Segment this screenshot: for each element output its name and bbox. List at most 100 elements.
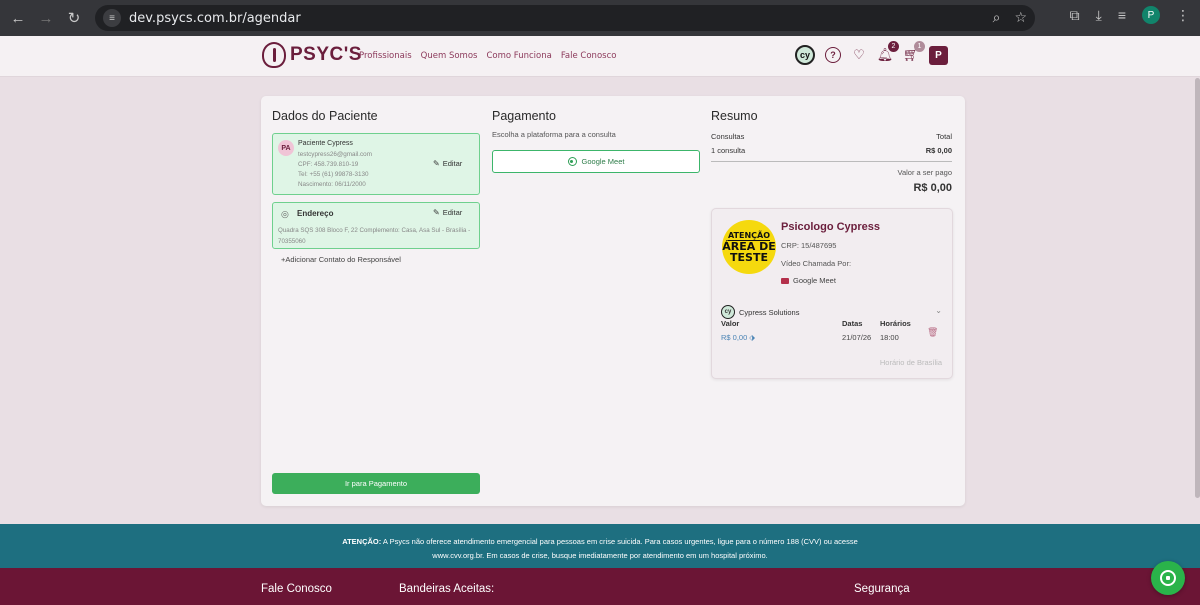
doctor-photo-text-3: TESTE xyxy=(730,250,768,264)
nav-link-quem-somos[interactable]: Quem Somos xyxy=(421,51,478,61)
notifications-bell-icon[interactable]: 🔔︎ 2 xyxy=(877,41,899,63)
favorites-heart-icon[interactable]: ♡ xyxy=(851,47,867,63)
trash-icon[interactable]: 🗑︎ xyxy=(927,327,938,338)
main-nav: Profissionais Quem Somos Como Funciona F… xyxy=(359,51,616,61)
price-tag-icon: ⬗ xyxy=(749,333,756,342)
patient-avatar: PA xyxy=(278,140,294,156)
user-menu-button[interactable]: P xyxy=(929,45,948,65)
summary-section-title: Resumo xyxy=(711,109,758,123)
nav-link-como-funciona[interactable]: Como Funciona xyxy=(486,51,551,61)
doctor-name[interactable]: Psicologo Cypress xyxy=(781,221,880,233)
notice-line-2: www.cvv.org.br. Em casos de crise, busqu… xyxy=(432,551,768,560)
brain-logo-icon xyxy=(262,42,286,68)
nav-link-fale-conosco[interactable]: Fale Conosco xyxy=(561,51,617,61)
address-bar[interactable]: ≡ dev.psycs.com.br/agendar ⌕ ☆ xyxy=(95,5,1035,31)
bookmark-star-icon[interactable]: ☆ xyxy=(1014,9,1027,26)
footer-security-heading: Segurança xyxy=(854,583,910,595)
brand-logo[interactable]: PSYC'S xyxy=(262,42,362,68)
address-title: Endereço xyxy=(297,209,334,218)
edit-address-button[interactable]: ✎ Editar xyxy=(433,208,462,217)
whatsapp-chat-button[interactable] xyxy=(1151,561,1185,595)
patient-email: testcypress26@gmail.com xyxy=(298,151,372,158)
video-camera-icon xyxy=(781,277,789,284)
crisis-notice-banner: ATENÇÃO: A Psycs não oferece atendimento… xyxy=(0,524,1200,568)
url-text[interactable]: dev.psycs.com.br/agendar xyxy=(129,11,301,26)
platform-option-google-meet[interactable]: Google Meet xyxy=(492,150,700,173)
summary-divider xyxy=(711,161,952,162)
payment-subtitle: Escolha a plataforma para a consulta xyxy=(492,130,616,139)
doctor-photo: ATENÇÃO ÁREA DE TESTE xyxy=(722,220,776,274)
company-logo-icon: cy xyxy=(721,305,735,319)
location-pin-icon: ◎ xyxy=(281,209,289,219)
cart-icon[interactable]: 🛒︎ 1 xyxy=(903,41,925,63)
appointment-card: ATENÇÃO ÁREA DE TESTE Psicologo Cypress … xyxy=(711,208,953,379)
radio-selected-icon xyxy=(567,157,577,166)
amount-due-label: Valor a ser pago xyxy=(897,168,952,177)
address-text: Quadra SQS 308 Bloco F, 22 Complemento: … xyxy=(278,227,471,245)
amount-due-value: R$ 0,00 xyxy=(913,182,952,194)
reading-list-icon[interactable]: ≡ xyxy=(1118,7,1126,23)
chevron-down-icon[interactable]: ⌄ xyxy=(935,306,942,315)
video-platform-name: Google Meet xyxy=(793,276,836,285)
patient-phone: Tel: +55 (61) 99878-3130 xyxy=(298,171,369,178)
cart-badge: 1 xyxy=(914,41,925,52)
payment-section-title: Pagamento xyxy=(492,109,556,123)
appointment-date: 21/07/26 xyxy=(842,333,872,342)
pencil-icon: ✎ xyxy=(433,208,440,217)
doctor-crp: CRP: 15/487695 xyxy=(781,241,837,250)
appointment-price-value: R$ 0,00 xyxy=(721,333,748,342)
brand-name: PSYC'S xyxy=(290,44,362,65)
help-icon[interactable]: ? xyxy=(825,47,841,63)
patient-section-title: Dados do Paciente xyxy=(272,109,378,123)
edit-patient-label: Editar xyxy=(442,159,463,168)
download-icon[interactable]: ⤓ xyxy=(1096,7,1102,24)
site-footer: Fale Conosco Bandeiras Aceitas: Seguranç… xyxy=(0,568,1200,605)
summary-col-consultas: Consultas xyxy=(711,132,745,141)
notifications-badge: 2 xyxy=(888,41,899,52)
site-info-icon[interactable]: ≡ xyxy=(103,9,121,27)
zoom-icon[interactable]: ⌕ xyxy=(993,9,1001,26)
page-scrollbar[interactable] xyxy=(1195,78,1200,498)
company-name: Cypress Solutions xyxy=(739,307,800,317)
add-guardian-contact-link[interactable]: +Adicionar Contato do Responsável xyxy=(281,255,401,264)
video-platform: Google Meet xyxy=(781,276,836,285)
browser-menu-icon[interactable]: ⋮ xyxy=(1176,7,1190,24)
browser-profile-avatar[interactable]: P xyxy=(1142,6,1160,24)
col-header-valor: Valor xyxy=(721,319,740,328)
patient-birthdate: Nascimento: 06/11/2000 xyxy=(298,181,366,188)
appointment-time: 18:00 xyxy=(880,333,899,342)
platform-option-label: Google Meet xyxy=(581,157,625,166)
extensions-icon[interactable]: ⧉ xyxy=(1070,7,1080,24)
video-call-label: Vídeo Chamada Por: xyxy=(781,259,852,268)
browser-toolbar: ← → ↻ ≡ dev.psycs.com.br/agendar ⌕ ☆ ⧉ ⤓… xyxy=(0,0,1200,36)
appointment-price: R$ 0,00 ⬗ xyxy=(721,333,755,342)
address-card: ◎ Endereço ✎ Editar Quadra SQS 308 Bloco… xyxy=(272,202,480,249)
patient-info-card: PA Paciente Cypress testcypress26@gmail.… xyxy=(272,133,480,195)
checkout-card: Dados do Paciente PA Paciente Cypress te… xyxy=(261,96,965,506)
header-actions: cy ? ♡ 🔔︎ 2 🛒︎ 1 P xyxy=(795,41,948,65)
patient-cpf: CPF: 458.739.810-19 xyxy=(298,161,359,168)
summary-total-value: R$ 0,00 xyxy=(925,146,952,155)
reload-icon[interactable]: ↻ xyxy=(58,0,90,36)
notice-prefix: ATENÇÃO: xyxy=(342,537,382,546)
site-header: PSYC'S Profissionais Quem Somos Como Fun… xyxy=(0,36,1200,77)
nav-link-profissionais[interactable]: Profissionais xyxy=(359,51,412,61)
edit-address-label: Editar xyxy=(442,208,463,217)
company-row[interactable]: cy Cypress Solutions xyxy=(721,305,799,319)
notice-line-1: A Psycs não oferece atendimento emergenc… xyxy=(381,537,858,546)
col-header-horarios: Horários xyxy=(880,319,911,328)
edit-patient-button[interactable]: ✎ Editar xyxy=(433,159,462,168)
timezone-label: Horário de Brasília xyxy=(879,358,942,367)
summary-col-total: Total xyxy=(936,132,952,141)
footer-contact-heading: Fale Conosco xyxy=(261,583,332,595)
doctor-photo-text-2: ÁREA DE xyxy=(722,239,776,253)
pencil-icon: ✎ xyxy=(433,159,440,168)
footer-cards-heading: Bandeiras Aceitas: xyxy=(399,583,495,595)
company-logo-icon[interactable]: cy xyxy=(795,45,815,65)
add-guardian-contact-label: Adicionar Contato do Responsável xyxy=(285,255,401,264)
summary-consult-count: 1 consulta xyxy=(711,146,746,155)
whatsapp-icon xyxy=(1160,570,1176,586)
patient-name: Paciente Cypress xyxy=(298,140,353,147)
go-to-payment-button[interactable]: Ir para Pagamento xyxy=(272,473,480,494)
col-header-datas: Datas xyxy=(842,319,863,328)
